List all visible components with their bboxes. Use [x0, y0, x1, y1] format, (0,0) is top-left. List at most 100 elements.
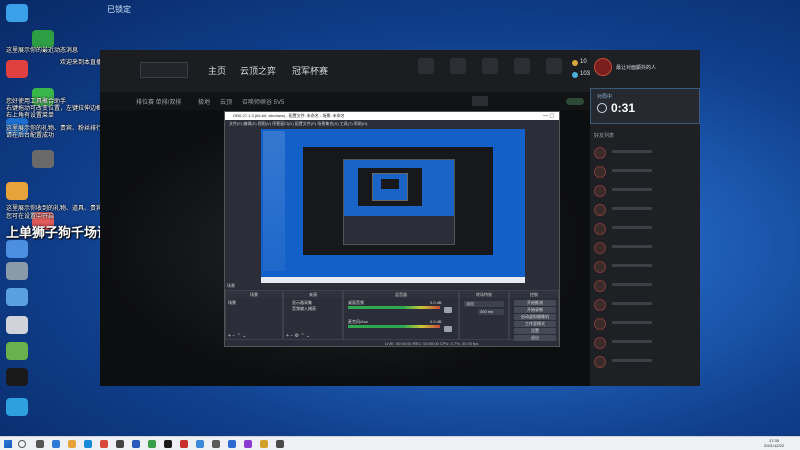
- friend-avatar: [594, 185, 606, 197]
- in-game-box: 对局中 0:31: [590, 88, 700, 124]
- obs-menu-bar[interactable]: 文件(F) 编辑(E) 视图(V) 停靠窗口(D) 配置文件(P) 场景集合(S…: [225, 120, 559, 127]
- source-add-button[interactable]: + − ⚙ ⌃ ⌄: [286, 333, 310, 339]
- friend-avatar: [594, 280, 606, 292]
- nav-champion-cup[interactable]: 冠军杯赛: [292, 64, 328, 77]
- studio-mode-button[interactable]: 工作室模式: [514, 321, 556, 327]
- taskbar-app-icon[interactable]: [196, 440, 204, 448]
- preview-innermost: [381, 179, 399, 189]
- in-game-label: 对局中: [597, 94, 613, 100]
- taskbar-app-icon[interactable]: [228, 440, 236, 448]
- friend-name-placeholder: [612, 188, 652, 191]
- overlay-message: 您可在设置中开启: [6, 214, 55, 220]
- friend-row[interactable]: [594, 298, 694, 312]
- taskbar-app-icon[interactable]: [260, 440, 268, 448]
- taskbar-app-icon[interactable]: [276, 440, 284, 448]
- scene-add-button[interactable]: + − ⌃ ⌄: [228, 333, 246, 339]
- friend-row[interactable]: [594, 241, 694, 255]
- taskbar-app-icon[interactable]: [164, 440, 172, 448]
- taskbar-app-icon[interactable]: [244, 440, 252, 448]
- search-icon[interactable]: [18, 440, 26, 448]
- obs-preview[interactable]: [261, 129, 525, 283]
- friend-name-placeholder: [612, 226, 652, 229]
- friend-row[interactable]: [594, 260, 694, 274]
- desktop-app-icon[interactable]: [6, 262, 28, 280]
- source-item-audio[interactable]: 音频输入捕获: [292, 306, 316, 312]
- loot-icon[interactable]: [482, 58, 498, 74]
- desktop-app-icon[interactable]: [32, 150, 54, 168]
- obs-window[interactable]: OBS 27.1.3 (64-bit, windows) - 配置文件: 未命名…: [224, 111, 560, 347]
- start-icon[interactable]: [4, 440, 12, 448]
- mixer-dock-title: 混音器: [344, 291, 458, 298]
- rank-title: 最让对面颤抖的人: [616, 65, 657, 71]
- preview-inner-docks: [344, 216, 454, 244]
- friend-name-placeholder: [612, 207, 652, 210]
- desktop-app-icon[interactable]: [6, 342, 28, 360]
- friend-row[interactable]: [594, 355, 694, 369]
- taskbar-clock[interactable]: 17:35 2021/12/22: [752, 438, 796, 448]
- lobby-button[interactable]: [472, 96, 488, 106]
- exit-button[interactable]: 退出: [514, 335, 556, 341]
- mode-ranked[interactable]: 排位赛 单排/双排: [136, 97, 181, 106]
- taskbar-app-icon[interactable]: [84, 440, 92, 448]
- friend-avatar: [594, 223, 606, 235]
- preview-inner-game: [358, 168, 422, 206]
- friend-row[interactable]: [594, 146, 694, 160]
- taskbar-app-icon[interactable]: [52, 440, 60, 448]
- transition-select[interactable]: 淡出: [464, 301, 504, 307]
- clock-icon: [597, 103, 607, 113]
- taskbar-app-icon[interactable]: [68, 440, 76, 448]
- taskbar-app-icon[interactable]: [180, 440, 188, 448]
- friend-row[interactable]: [594, 203, 694, 217]
- nav-home[interactable]: 主页: [208, 64, 226, 77]
- desktop-app-icon[interactable]: [6, 398, 28, 416]
- taskbar-app-icon[interactable]: [100, 440, 108, 448]
- nav-tft[interactable]: 云顶之弈: [240, 64, 276, 77]
- sources-dock: 来源 显示器采集 音频输入捕获 + − ⚙ ⌃ ⌄: [283, 290, 343, 340]
- collection-icon[interactable]: [450, 58, 466, 74]
- mode-summoners-rift[interactable]: 召唤师峡谷 5V5: [242, 97, 284, 106]
- game-logo-box[interactable]: [140, 62, 188, 78]
- friend-row[interactable]: [594, 222, 694, 236]
- friend-row[interactable]: [594, 165, 694, 179]
- shop-icon[interactable]: [546, 58, 562, 74]
- desktop-app-icon[interactable]: [6, 288, 28, 306]
- friend-name-placeholder: [612, 283, 652, 286]
- chat-toggle[interactable]: [566, 98, 584, 105]
- friend-row[interactable]: [594, 317, 694, 331]
- mixer-track-2-mute-icon[interactable]: [444, 326, 452, 332]
- preview-inner-obs: [372, 173, 408, 201]
- friend-row[interactable]: [594, 279, 694, 293]
- preview-desktop-icons: [263, 131, 285, 271]
- desktop-app-icon[interactable]: [6, 60, 28, 78]
- start-streaming-button[interactable]: 开始推流: [514, 300, 556, 306]
- desktop-app-icon[interactable]: [6, 4, 28, 22]
- settings-button[interactable]: 设置: [514, 328, 556, 334]
- overlay-message: 这里展示你的最近动态消息: [6, 48, 79, 54]
- start-recording-button[interactable]: 开始录制: [514, 307, 556, 313]
- profile-icon[interactable]: [418, 58, 434, 74]
- scene-item[interactable]: 场景: [228, 300, 236, 306]
- controls-dock: 控制 开始推流 开始录制 启动虚拟摄像机 工作室模式 设置 退出: [509, 290, 559, 341]
- rp-balance: 10: [580, 59, 587, 65]
- desktop-app-icon[interactable]: [6, 182, 28, 200]
- taskbar-app-icon[interactable]: [116, 440, 124, 448]
- friend-avatar: [594, 166, 606, 178]
- virtual-camera-button[interactable]: 启动虚拟摄像机: [514, 314, 556, 320]
- friend-row[interactable]: [594, 336, 694, 350]
- desktop-app-icon[interactable]: [6, 368, 28, 386]
- friend-row[interactable]: [594, 184, 694, 198]
- mixer-track-1-mute-icon[interactable]: [444, 307, 452, 313]
- taskbar-app-icon[interactable]: [212, 440, 220, 448]
- friend-name-placeholder: [612, 302, 652, 305]
- taskbar-app-icon[interactable]: [132, 440, 140, 448]
- taskbar-app-icon[interactable]: [148, 440, 156, 448]
- desktop-app-icon[interactable]: [6, 316, 28, 334]
- duration-field[interactable]: 300 ms: [478, 309, 504, 315]
- store-icon[interactable]: [514, 58, 530, 74]
- be-icon: [572, 72, 578, 78]
- mode-aram[interactable]: 极地: [198, 97, 210, 106]
- mode-tft[interactable]: 云顶: [220, 97, 232, 106]
- taskbar-app-icon[interactable]: [36, 440, 44, 448]
- desktop-app-icon[interactable]: [6, 240, 28, 258]
- mixer-track-2-meter: [348, 325, 440, 328]
